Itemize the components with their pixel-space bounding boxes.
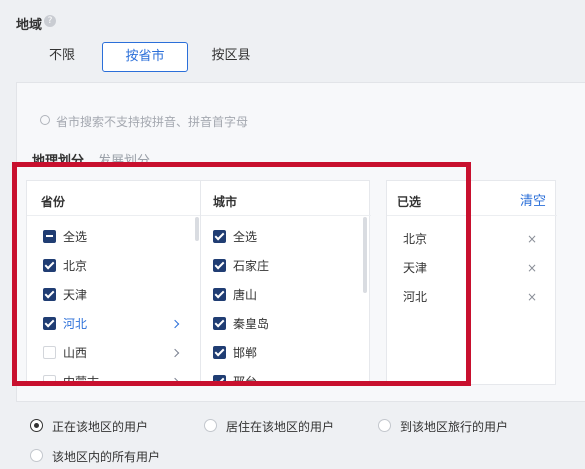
city-item-qinhuangdao[interactable]: 秦皇岛 [201,314,361,338]
checkbox-checked[interactable] [43,288,56,301]
province-list: 省份 全选 北京 天津 河北 山西 内蒙古 [26,180,201,385]
province-item-shanxi[interactable]: 山西 [27,343,197,367]
checkbox-checked[interactable] [43,259,56,272]
question-circle-icon[interactable]: ? [44,15,56,27]
province-item-select-all[interactable]: 全选 [27,227,197,251]
province-header: 省份 [41,195,66,209]
chevron-right-icon [170,377,180,384]
city-item-xingtai[interactable]: 邢台 [201,372,361,384]
tab-geographic[interactable]: 地理划分 [32,150,84,169]
selected-item: 天津 × [387,258,552,282]
city-list: 城市 全选 石家庄 唐山 秦皇岛 邯郸 邢台 [200,180,371,385]
checkbox-checked[interactable] [43,317,56,330]
radio-label: 居住在该地区的用户 [226,420,335,434]
option-by-district[interactable]: 按区县 [204,42,258,72]
checkbox-unchecked[interactable] [43,375,56,384]
radio-residence[interactable] [204,419,217,432]
radio-label: 该地区内的所有用户 [52,450,161,464]
province-item-hebei[interactable]: 河北 [27,314,197,338]
selected-list: 已选 北京 × 天津 × 河北 × [386,180,557,385]
chevron-right-icon [170,319,180,329]
radio-current-location[interactable] [30,419,43,432]
radio-label: 正在该地区的用户 [52,420,149,434]
checkbox-checked[interactable] [213,346,226,359]
radio-label: 到该地区旅行的用户 [400,420,509,434]
selected-item: 河北 × [387,287,552,311]
city-item-select-all[interactable]: 全选 [201,227,361,251]
checkbox-checked[interactable] [213,288,226,301]
region-title: 地域 [16,18,43,33]
city-header: 城市 [213,195,238,209]
option-unlimited[interactable]: 不限 [40,42,84,72]
search-input[interactable]: 省市搜索不支持按拼音、拼音首字母 [56,113,248,130]
radio-travel[interactable] [378,419,391,432]
checkbox-indeterminate[interactable] [43,230,56,243]
checkbox-unchecked[interactable] [43,346,56,359]
close-icon[interactable]: × [527,287,537,307]
clear-button[interactable]: 清空 [520,190,546,209]
province-item-tianjin[interactable]: 天津 [27,285,197,309]
chevron-right-icon [170,348,180,358]
city-item-shijiazhuang[interactable]: 石家庄 [201,256,361,280]
close-icon[interactable]: × [527,258,537,278]
option-by-province[interactable]: 按省市 [102,42,188,72]
close-icon[interactable]: × [527,229,537,249]
search-icon [40,115,50,125]
checkbox-checked[interactable] [213,375,226,384]
city-scrollbar[interactable] [363,217,367,293]
checkbox-checked[interactable] [213,259,226,272]
checkbox-checked[interactable] [213,230,226,243]
radio-all-users[interactable] [30,449,43,462]
province-item-beijing[interactable]: 北京 [27,256,197,280]
selected-header: 已选 [397,195,422,209]
checkbox-checked[interactable] [213,317,226,330]
city-item-handan[interactable]: 邯郸 [201,343,361,367]
city-item-tangshan[interactable]: 唐山 [201,285,361,309]
province-item-neimenggu[interactable]: 内蒙古 [27,372,197,384]
selected-item: 北京 × [387,229,552,253]
tab-development[interactable]: 发展划分 [98,150,150,169]
